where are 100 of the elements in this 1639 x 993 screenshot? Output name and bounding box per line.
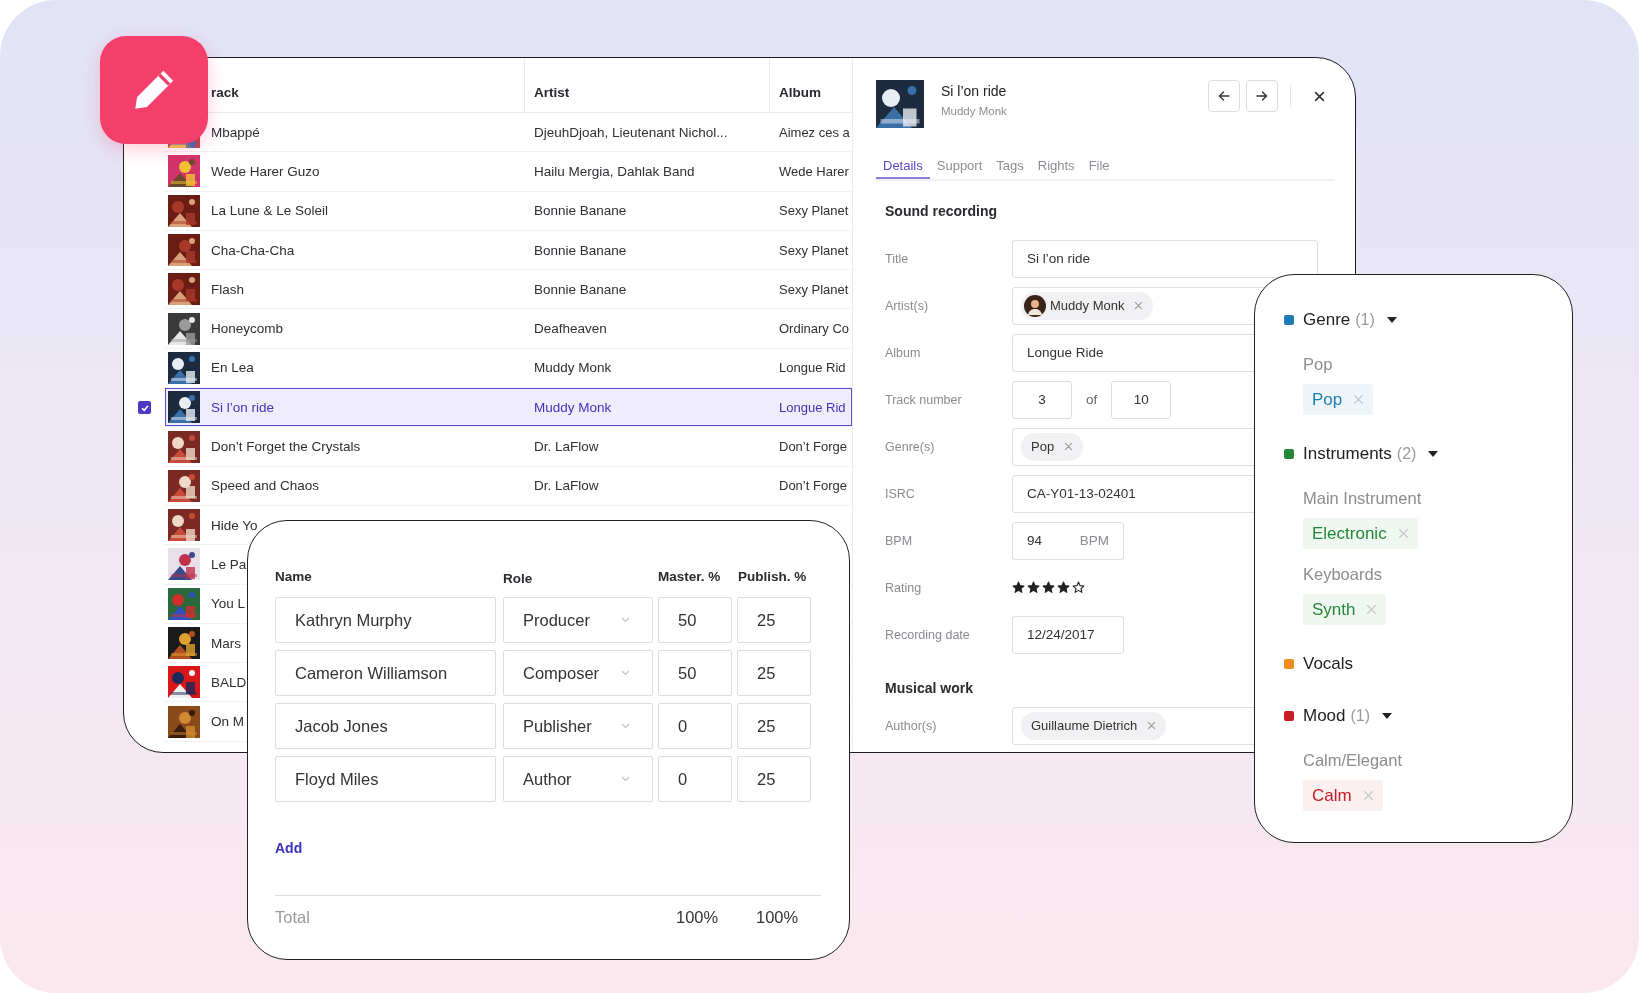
percent-field[interactable]: 25 bbox=[737, 756, 811, 802]
percent-field[interactable]: 25 bbox=[737, 703, 811, 749]
group-count: (1) bbox=[1355, 311, 1375, 329]
remove-icon bbox=[1397, 528, 1409, 539]
remove-icon bbox=[1366, 604, 1378, 615]
next-button[interactable] bbox=[1246, 80, 1278, 112]
tag-chip[interactable]: Calm bbox=[1303, 780, 1383, 811]
number-field[interactable]: 10 bbox=[1111, 380, 1172, 419]
track-title[interactable]: Mbappé bbox=[211, 124, 260, 140]
percent-field[interactable]: 50 bbox=[658, 650, 732, 696]
field-label: Album bbox=[884, 345, 922, 360]
column-header: Role bbox=[503, 570, 534, 586]
percent-field[interactable]: 0 bbox=[658, 703, 732, 749]
name-field[interactable]: Cameron Williamson bbox=[275, 650, 496, 696]
track-title[interactable]: Cha-Cha-Cha bbox=[211, 242, 295, 258]
album-name: Sexy Planet bbox=[778, 242, 849, 258]
percent-field[interactable]: 25 bbox=[737, 650, 811, 696]
table-row[interactable]: Si l’on ride Muddy Monk Longue Rid bbox=[165, 388, 852, 428]
section-heading: Musical work bbox=[884, 680, 974, 696]
edit-button[interactable] bbox=[100, 36, 208, 144]
field-label: Author(s) bbox=[884, 718, 938, 733]
artist-name: Dr. LaFlow bbox=[533, 439, 600, 454]
add-link[interactable]: Add bbox=[275, 840, 303, 856]
star-filled-icon bbox=[1012, 581, 1025, 594]
chevron-icon bbox=[621, 617, 630, 623]
remove-icon bbox=[1353, 394, 1365, 405]
track-title[interactable]: Honeycomb bbox=[211, 321, 284, 337]
track-title[interactable]: Le Pa bbox=[211, 556, 247, 572]
track-title[interactable]: Wede Harer Guzo bbox=[211, 163, 320, 179]
column-header[interactable]: Artist bbox=[525, 58, 770, 112]
tag-chip[interactable]: Pop bbox=[1021, 432, 1084, 461]
text-field[interactable]: Si l’on ride bbox=[1012, 239, 1318, 278]
close-icon bbox=[1313, 90, 1325, 102]
track-title[interactable]: Speed and Chaos bbox=[211, 478, 320, 494]
role-dropdown[interactable]: Producer bbox=[503, 597, 653, 643]
artist-name: Bonnie Banane bbox=[533, 281, 628, 297]
artist-name: Bonnie Banane bbox=[533, 242, 628, 258]
chip-label: Synth bbox=[1312, 599, 1356, 620]
chevron-icon bbox=[621, 776, 630, 782]
percent-field[interactable]: 25 bbox=[737, 597, 811, 643]
total-value: 100% bbox=[756, 908, 799, 927]
album-name: Sexy Planet bbox=[778, 281, 849, 297]
field-label: Genre(s) bbox=[884, 439, 936, 454]
remove-icon bbox=[1064, 442, 1074, 451]
album-name: Don’t Forge bbox=[778, 439, 847, 454]
album-name: Longue Rid bbox=[778, 360, 846, 376]
album-name: Don’t Forge bbox=[778, 478, 847, 494]
field-label: ISRC bbox=[884, 486, 916, 501]
checkbox[interactable] bbox=[138, 401, 151, 415]
column-header[interactable]: Album bbox=[770, 58, 821, 112]
number-field[interactable]: 94 BPM bbox=[1012, 521, 1124, 560]
role-dropdown[interactable]: Author bbox=[503, 756, 653, 802]
artist-name: Muddy Monk bbox=[533, 360, 613, 376]
star-filled-icon bbox=[1057, 581, 1070, 594]
number-field[interactable]: 3 bbox=[1012, 380, 1072, 419]
tag-chip[interactable]: Muddy Monk bbox=[1021, 291, 1154, 320]
role-dropdown[interactable]: Composer bbox=[503, 650, 653, 696]
track-title[interactable]: Mars bbox=[211, 635, 241, 651]
group-title[interactable]: Vocals bbox=[1303, 654, 1354, 674]
column-header[interactable]: rack bbox=[211, 58, 525, 112]
field-label: Artist(s) bbox=[884, 298, 930, 313]
field-label: BPM bbox=[884, 533, 914, 548]
tag-chip[interactable]: Pop bbox=[1303, 384, 1374, 415]
field-label: Title bbox=[884, 251, 910, 266]
tag-chip[interactable]: Electronic bbox=[1303, 518, 1418, 549]
track-title[interactable]: Don’t Forget the Crystals bbox=[211, 439, 361, 454]
track-title[interactable]: BALD bbox=[211, 674, 247, 690]
remove-icon bbox=[1147, 721, 1157, 730]
percent-field[interactable]: 50 bbox=[658, 597, 732, 643]
remove-icon bbox=[1362, 790, 1374, 801]
track-title[interactable]: You L bbox=[211, 596, 246, 612]
track-title[interactable]: Hide Yo bbox=[211, 517, 258, 533]
track-title[interactable]: Si l’on ride bbox=[211, 399, 275, 415]
arrow-right-icon bbox=[1255, 89, 1269, 103]
tag-chip[interactable]: Guillaume Dietrich bbox=[1021, 711, 1167, 740]
name-field[interactable]: Jacob Jones bbox=[275, 703, 496, 749]
chip-label: Electronic bbox=[1312, 523, 1387, 544]
name-field[interactable]: Kathryn Murphy bbox=[275, 597, 496, 643]
tab[interactable]: Details bbox=[876, 145, 930, 179]
track-title[interactable]: En Lea bbox=[211, 360, 254, 376]
date-field[interactable]: 12/24/2017 bbox=[1012, 615, 1124, 654]
star-rating[interactable] bbox=[1012, 581, 1085, 594]
previous-button[interactable] bbox=[1208, 80, 1240, 112]
joiner-label: of bbox=[1086, 392, 1098, 407]
percent-field[interactable]: 0 bbox=[658, 756, 732, 802]
album-name: Ordinary Co bbox=[778, 321, 850, 337]
subgroup-label: Calm/Elegant bbox=[1303, 749, 1404, 771]
tag-chip[interactable]: Synth bbox=[1303, 594, 1387, 625]
field-label: Rating bbox=[884, 580, 923, 595]
column-header: Publish. % bbox=[738, 568, 807, 584]
field-label: Track number bbox=[884, 392, 963, 407]
track-title[interactable]: La Lune & Le Soleil bbox=[211, 203, 329, 219]
track-title[interactable]: Flash bbox=[211, 281, 244, 297]
chip-label: Calm bbox=[1312, 785, 1352, 806]
group-count: (2) bbox=[1396, 445, 1417, 463]
name-field[interactable]: Floyd Miles bbox=[275, 756, 496, 802]
track-title[interactable]: On M bbox=[211, 714, 244, 730]
album-name: Wede Harer bbox=[778, 163, 849, 179]
role-dropdown[interactable]: Publisher bbox=[503, 703, 653, 749]
column-header: Master. % bbox=[658, 568, 722, 584]
